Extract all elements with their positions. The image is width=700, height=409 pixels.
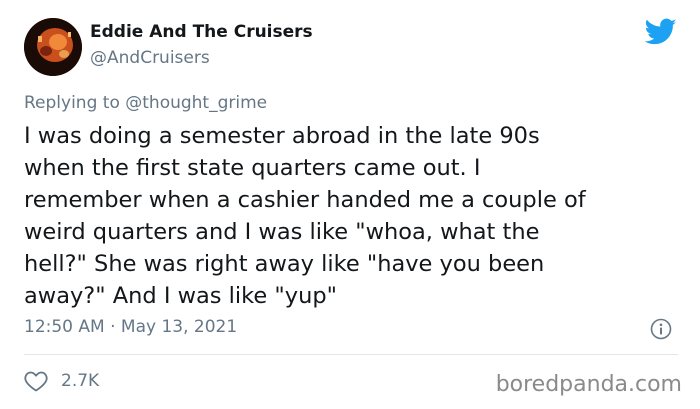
reply-prefix: Replying to bbox=[24, 93, 120, 113]
tweet-text: I was doing a semester abroad in the lat… bbox=[24, 123, 586, 309]
info-icon[interactable] bbox=[650, 318, 672, 340]
like-count: 2.7K bbox=[61, 371, 100, 391]
twitter-bird-icon[interactable] bbox=[645, 18, 677, 46]
watermark: boredpanda.com bbox=[495, 372, 682, 397]
tweet-timestamp[interactable]: 12:50 AM · May 13, 2021 bbox=[24, 317, 237, 337]
reply-mention-link[interactable]: @thought_grime bbox=[125, 93, 267, 113]
divider bbox=[24, 354, 678, 355]
avatar[interactable] bbox=[24, 18, 82, 76]
heart-icon bbox=[24, 371, 48, 392]
author-name[interactable]: Eddie And The Cruisers bbox=[90, 22, 313, 42]
like-button[interactable]: 2.7K bbox=[24, 370, 99, 392]
avatar-image bbox=[24, 18, 82, 76]
reply-context: Replying to @thought_grime bbox=[24, 93, 267, 113]
author-handle[interactable]: @AndCruisers bbox=[90, 48, 210, 68]
